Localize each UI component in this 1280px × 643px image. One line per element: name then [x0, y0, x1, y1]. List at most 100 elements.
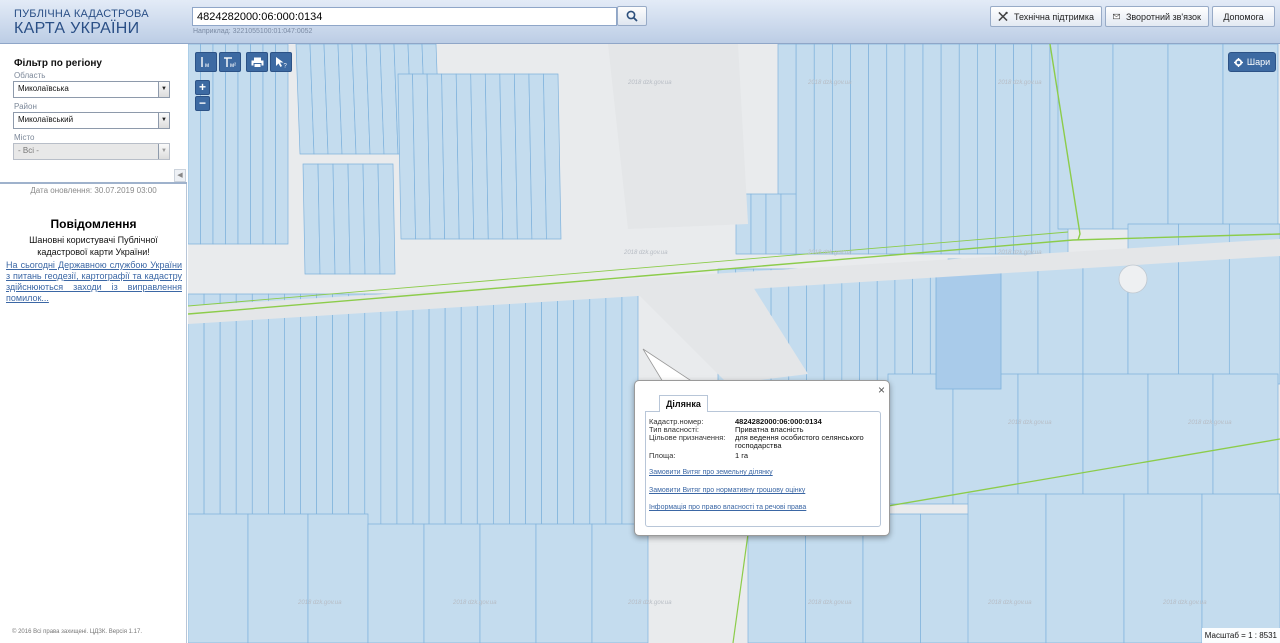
print-button[interactable] — [246, 52, 268, 72]
parcel — [423, 523, 481, 643]
parcel — [380, 293, 398, 535]
parcel — [904, 44, 924, 255]
rayon-value: Миколаївський — [18, 115, 74, 124]
parcel — [887, 373, 954, 505]
parcel — [750, 193, 767, 255]
search-button[interactable] — [617, 6, 647, 26]
svg-text:м: м — [205, 63, 209, 68]
dropdown-arrow-icon[interactable]: ▼ — [158, 144, 169, 159]
layers-button[interactable]: Шари — [1228, 52, 1276, 72]
map-canvas[interactable]: 2018 dzk.gov.ua 2018 dzk.gov.ua 2018 dzk.g… — [188, 44, 1280, 643]
city-select[interactable]: - Всі - ▼ — [13, 143, 170, 160]
update-date: Дата оновлення: 30.07.2019 03:00 — [30, 186, 157, 195]
parcel — [307, 513, 369, 643]
parcel — [605, 293, 623, 535]
header: ПУБЛІЧНА КАДАСТРОВА КАРТА УКРАЇНИ Наприк… — [0, 0, 1280, 44]
area-ruler-icon: м² — [224, 57, 236, 68]
cadastral-search-input[interactable] — [192, 7, 617, 26]
parcel — [541, 293, 558, 535]
order-valuation-link[interactable]: Замовити Витяг про нормативну грошову оц… — [649, 487, 805, 494]
cursor-question-icon: ? — [275, 57, 287, 69]
measure-area-button[interactable]: м² — [219, 52, 241, 72]
dropdown-arrow-icon[interactable]: ▼ — [158, 82, 169, 97]
parcel — [1112, 44, 1169, 230]
map-watermark: 2018 dzk.gov.ua — [807, 600, 852, 606]
logo-line-1: ПУБЛІЧНА КАДАСТРОВА — [14, 8, 149, 20]
parcel — [958, 44, 978, 255]
parcel — [1212, 373, 1279, 505]
identify-button[interactable]: ? — [270, 52, 292, 72]
parcel — [591, 523, 649, 643]
order-extract-link[interactable]: Замовити Витяг про земельну ділянку — [649, 469, 773, 476]
area-value: 1 га — [735, 451, 748, 460]
parcel — [247, 513, 309, 643]
parcel — [795, 44, 815, 255]
parcel — [813, 44, 833, 255]
envelope-icon — [1113, 13, 1120, 20]
feedback-button[interactable]: Зворотний зв'язок — [1105, 6, 1209, 27]
parcel — [348, 293, 366, 535]
measure-length-button[interactable]: м — [195, 52, 217, 72]
collapse-left-icon[interactable]: ◀ — [174, 169, 186, 182]
parcel — [332, 163, 351, 275]
parcel — [1031, 44, 1051, 255]
map-watermark: 2018 dzk.gov.ua — [627, 600, 672, 606]
region-filter-panel: Фільтр по регіону Область Миколаївська ▼… — [0, 44, 187, 184]
map-watermark: 2018 dzk.gov.ua — [807, 250, 852, 256]
parcel — [476, 293, 494, 535]
ownership-info-link[interactable]: Інформація про право власності та речові… — [649, 504, 806, 511]
parcel — [780, 193, 797, 255]
ruler-icon: м — [201, 57, 209, 68]
parcel — [967, 493, 1047, 643]
map-scale: Масштаб = 1 : 8531 — [1201, 628, 1280, 643]
parcel — [832, 44, 851, 255]
parcel — [1147, 373, 1214, 505]
parcel — [479, 523, 537, 643]
parcel — [300, 293, 317, 535]
parcel — [275, 44, 289, 245]
notice-link[interactable]: На сьогодні Державною службою України з … — [6, 260, 182, 304]
svg-text:?: ? — [283, 64, 287, 69]
tech-support-label: Технічна підтримка — [1013, 11, 1094, 22]
boundary-line — [732, 533, 749, 643]
parcel — [1167, 44, 1224, 230]
parcel — [886, 44, 906, 255]
parcel — [493, 293, 510, 535]
parcel — [317, 163, 336, 275]
logo[interactable]: ПУБЛІЧНА КАДАСТРОВА КАРТА УКРАЇНИ — [14, 9, 149, 37]
zoom-out-button[interactable]: − — [195, 96, 210, 111]
map-watermark: 2018 dzk.gov.ua — [623, 250, 668, 256]
parcel — [219, 293, 237, 535]
logo-line-2: КАРТА УКРАЇНИ — [14, 20, 140, 37]
dropdown-arrow-icon[interactable]: ▼ — [158, 113, 169, 128]
parcel — [212, 44, 226, 245]
zoom-in-button[interactable]: + — [195, 80, 210, 95]
tools-icon — [998, 11, 1008, 22]
tab-parcel[interactable]: Ділянка — [659, 395, 708, 412]
search-hint: Наприклад: 3221055100:01:047:0052 — [193, 28, 313, 35]
parcel — [302, 163, 321, 275]
parcel — [765, 193, 782, 255]
map-watermark: 2018 dzk.gov.ua — [987, 600, 1032, 606]
parcel — [225, 44, 239, 245]
parcel — [251, 293, 269, 535]
parcel — [347, 163, 366, 275]
parcel — [316, 293, 333, 535]
parcel-info-popup: × Ділянка Кадастр.номер: 4824282000:06:0… — [634, 380, 890, 536]
parcel — [1037, 258, 1084, 380]
purpose-label: Цільове призначення: — [649, 433, 726, 442]
parcel — [203, 293, 221, 535]
parcel — [268, 293, 285, 535]
oblast-select[interactable]: Миколаївська ▼ — [13, 81, 170, 98]
parcel-info-body: Кадастр.номер: 4824282000:06:000:0134 Ти… — [645, 411, 881, 527]
help-button[interactable]: Допомога — [1212, 6, 1275, 27]
city-value: - Всі - — [18, 146, 39, 155]
map-view[interactable]: 2018 dzk.gov.ua 2018 dzk.gov.ua 2018 dzk.g… — [188, 44, 1280, 643]
rayon-select[interactable]: Миколаївський ▼ — [13, 112, 170, 129]
search-icon — [626, 10, 638, 22]
close-icon[interactable]: × — [878, 383, 885, 397]
notice-text: Шановні користувачі Публічної кадастрово… — [29, 235, 158, 257]
parcel — [1045, 493, 1125, 643]
tech-support-button[interactable]: Технічна підтримка — [990, 6, 1102, 27]
parcel — [977, 44, 996, 255]
